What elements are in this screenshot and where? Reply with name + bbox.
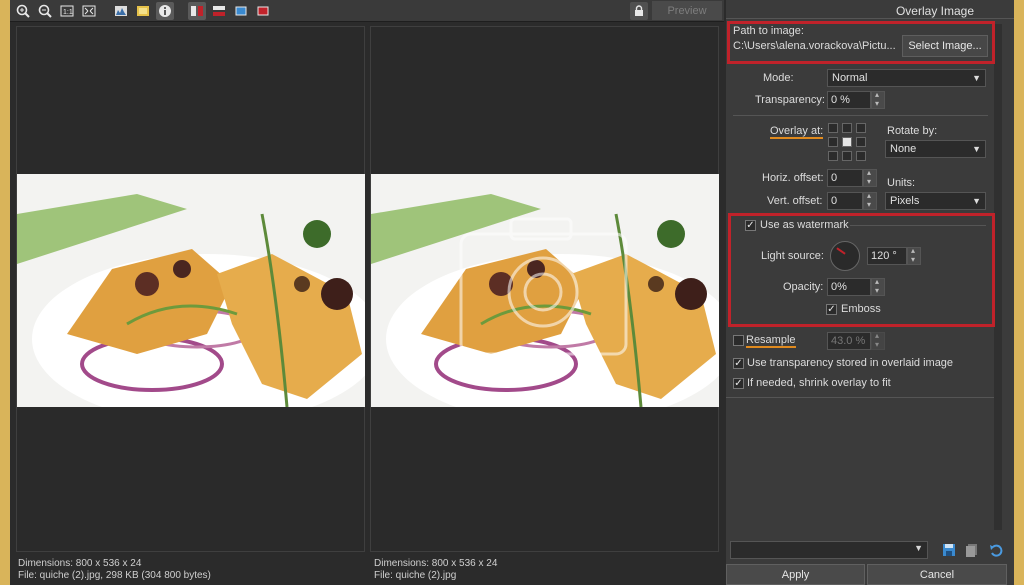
original-dimensions: Dimensions: 800 x 536 x 24 — [18, 558, 142, 569]
rotate-by-value: None — [890, 143, 917, 155]
undo-icon[interactable] — [987, 541, 1005, 559]
preview-dimensions: Dimensions: 800 x 536 x 24 — [374, 558, 498, 569]
transparency-label: Transparency: — [755, 94, 825, 106]
resample-spinner[interactable] — [871, 331, 885, 350]
emboss-label: Emboss — [841, 303, 881, 315]
window-frame-left — [0, 0, 10, 585]
chevron-down-icon: ▼ — [972, 144, 981, 154]
horiz-offset-input[interactable]: 0 — [827, 169, 863, 187]
resample-input[interactable]: 43.0 % — [827, 332, 871, 350]
preview-info: Dimensions: 800 x 536 x 24 File: quiche … — [372, 555, 721, 585]
units-value: Pixels — [890, 195, 920, 207]
use-as-watermark-checkbox[interactable]: ✓ — [745, 220, 756, 231]
light-source-spinner[interactable] — [907, 246, 921, 265]
rotate-by-label: Rotate by: — [887, 125, 938, 137]
overlay-position-grid[interactable] — [828, 123, 870, 165]
fit-icon[interactable] — [80, 2, 98, 20]
chevron-down-icon: ▼ — [972, 73, 981, 83]
apply-button[interactable]: Apply — [726, 564, 865, 585]
light-source-label: Light source: — [761, 250, 824, 262]
panel-title-divider — [726, 18, 1014, 19]
zoom-in-icon[interactable] — [14, 2, 32, 20]
split-vertical-icon[interactable] — [188, 1, 206, 20]
panel-scrollbar[interactable] — [994, 24, 1002, 530]
zoom-out-icon[interactable] — [36, 2, 54, 20]
position-middle-left[interactable] — [828, 137, 838, 147]
position-top-center[interactable] — [842, 123, 852, 133]
position-bottom-right[interactable] — [856, 151, 866, 161]
info-icon[interactable] — [156, 1, 174, 20]
cancel-button[interactable]: Cancel — [867, 564, 1007, 585]
preview-button[interactable]: Preview — [652, 1, 722, 20]
preset-select[interactable]: ▼ — [730, 541, 928, 559]
opacity-spinner[interactable] — [871, 277, 885, 296]
horiz-offset-spinner[interactable] — [863, 168, 877, 187]
use-as-watermark-label: Use as watermark — [760, 219, 849, 231]
save-preset-icon[interactable] — [940, 541, 958, 559]
lock-icon[interactable] — [630, 2, 648, 20]
window-frame-right — [1014, 0, 1024, 585]
preview-image-pane — [370, 26, 719, 552]
shrink-overlay-checkbox[interactable]: ✓ — [733, 378, 744, 389]
position-top-right[interactable] — [856, 123, 866, 133]
position-bottom-center[interactable] — [842, 151, 852, 161]
light-source-dial[interactable] — [830, 241, 860, 271]
original-photo — [17, 174, 365, 407]
preview-photo — [371, 174, 719, 407]
position-bottom-left[interactable] — [828, 151, 838, 161]
path-label: Path to image: — [733, 25, 804, 37]
emboss-checkbox[interactable]: ✓ — [826, 304, 837, 315]
position-center[interactable] — [842, 137, 852, 147]
mode-label: Mode: — [763, 72, 794, 84]
options-bottom-divider — [726, 397, 994, 398]
mode-select[interactable]: Normal ▼ — [827, 69, 986, 87]
highlight-icon[interactable] — [134, 2, 152, 20]
toolbar: 1:1 — [10, 0, 724, 22]
opacity-label: Opacity: — [783, 281, 824, 293]
vert-offset-input[interactable]: 0 — [827, 192, 863, 210]
resample-label: Resample — [746, 334, 796, 348]
single-view-icon[interactable] — [232, 2, 250, 20]
vert-offset-spinner[interactable] — [863, 191, 877, 210]
light-source-input[interactable]: 120 ° — [867, 247, 907, 265]
units-label: Units: — [887, 177, 916, 189]
select-image-button[interactable]: Select Image... — [902, 35, 988, 57]
overlay-at-label: Overlay at: — [770, 125, 824, 139]
transparency-spinner[interactable] — [871, 90, 885, 109]
mode-value: Normal — [832, 72, 868, 84]
shrink-overlay-label: If needed, shrink overlay to fit — [747, 377, 891, 389]
original-info: Dimensions: 800 x 536 x 24 File: quiche … — [16, 555, 365, 585]
transparency-input[interactable]: 0 % — [827, 91, 871, 109]
horiz-offset-label: Horiz. offset: — [762, 172, 824, 184]
original-view-icon[interactable] — [254, 2, 272, 20]
split-horizontal-icon[interactable] — [210, 2, 228, 20]
watermark-divider — [850, 225, 986, 226]
resample-checkbox[interactable] — [733, 335, 744, 346]
path-value: C:\Users\alena.vorackova\Pictu... — [733, 40, 896, 52]
units-select[interactable]: Pixels ▼ — [885, 192, 986, 210]
actual-size-icon[interactable]: 1:1 — [58, 2, 76, 20]
original-file: File: quiche (2).jpg, 298 KB (304 800 by… — [18, 570, 211, 581]
position-middle-right[interactable] — [856, 137, 866, 147]
svg-text:1:1: 1:1 — [63, 9, 73, 16]
use-transparency-checkbox[interactable]: ✓ — [733, 358, 744, 369]
vert-offset-label: Vert. offset: — [767, 195, 823, 207]
preview-file: File: quiche (2).jpg — [374, 570, 457, 581]
divider-1 — [733, 115, 988, 116]
position-top-left[interactable] — [828, 123, 838, 133]
rotate-by-select[interactable]: None ▼ — [885, 140, 986, 158]
use-transparency-label: Use transparency stored in overlaid imag… — [747, 357, 954, 369]
chevron-down-icon: ▼ — [914, 543, 923, 553]
manage-presets-icon[interactable] — [963, 541, 981, 559]
histogram-icon[interactable] — [112, 2, 130, 20]
opacity-input[interactable]: 0% — [827, 278, 871, 296]
chevron-down-icon: ▼ — [972, 196, 981, 206]
original-image-pane — [16, 26, 365, 552]
